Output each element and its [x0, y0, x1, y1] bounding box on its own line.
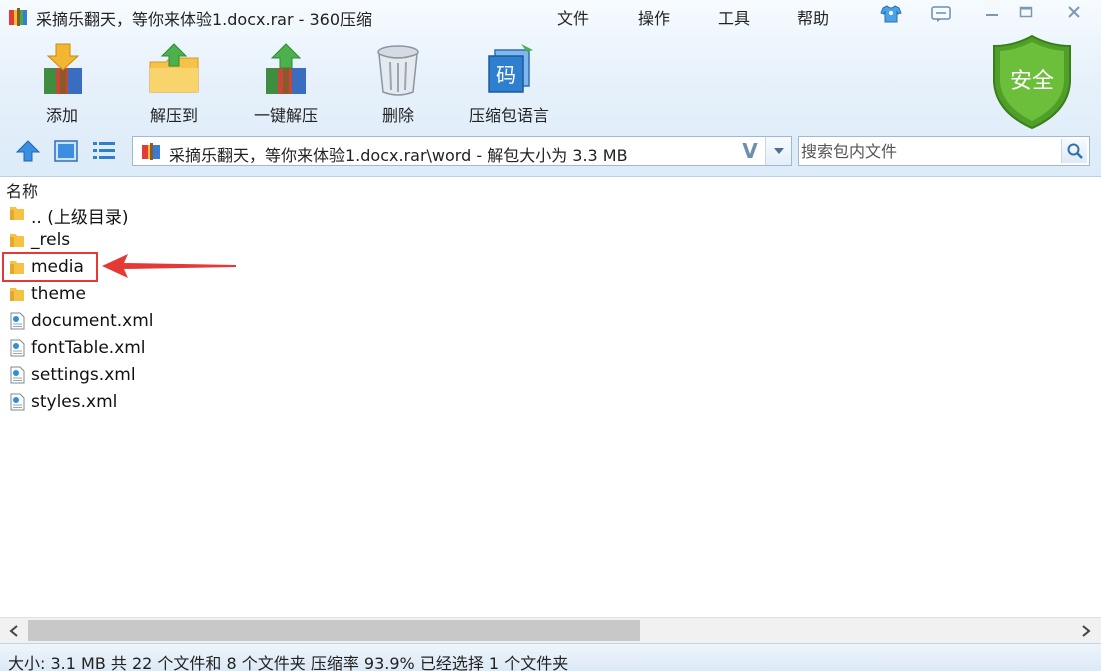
list-view-button[interactable]	[90, 137, 118, 165]
window-title: 采摘乐翻天，等你来体验1.docx.rar - 360压缩	[36, 10, 373, 29]
extract-folder-icon	[149, 43, 199, 93]
delete-button[interactable]: 删除	[348, 42, 448, 126]
chevron-right-icon	[1082, 625, 1091, 637]
list-item-theme[interactable]: theme	[0, 281, 400, 307]
title-bar: 采摘乐翻天，等你来体验1.docx.rar - 360压缩 文件 操作 工具 帮…	[0, 0, 1101, 32]
scroll-right-button[interactable]	[1076, 621, 1096, 641]
column-header-name[interactable]: 名称	[6, 178, 38, 202]
file-name: _rels	[31, 230, 71, 250]
archive-icon	[142, 143, 160, 160]
file-list[interactable]: 名称 .. (上级目录) _rels media theme document.…	[0, 177, 1101, 617]
address-bar[interactable]: 采摘乐翻天，等你来体验1.docx.rar\word - 解包大小为 3.3 M…	[132, 136, 792, 166]
app-logo-icon	[9, 8, 27, 26]
address-dropdown-button[interactable]	[765, 137, 791, 165]
add-button[interactable]: 添加	[12, 42, 112, 126]
menu-tools[interactable]: 工具	[718, 5, 750, 29]
archive-language-button[interactable]: 码 压缩包语言	[459, 42, 559, 126]
one-click-extract-button[interactable]: 一键解压	[236, 42, 336, 126]
file-name: settings.xml	[31, 365, 136, 385]
feedback-icon[interactable]	[929, 3, 953, 25]
search-icon	[1067, 143, 1083, 159]
file-name: styles.xml	[31, 392, 118, 412]
horizontal-scrollbar[interactable]	[0, 617, 1101, 643]
up-arrow-icon	[15, 140, 41, 162]
folder-icon	[10, 234, 24, 247]
address-path: 采摘乐翻天，等你来体验1.docx.rar\word - 解包大小为 3.3 M…	[169, 146, 628, 165]
minimize-icon[interactable]	[978, 2, 1006, 22]
file-name: .. (上级目录)	[31, 208, 129, 228]
red-arrow-icon	[102, 254, 236, 278]
list-item-fonttable-xml[interactable]: fontTable.xml	[0, 335, 400, 361]
search-button[interactable]	[1061, 139, 1087, 163]
delete-label: 删除	[381, 106, 414, 125]
search-input[interactable]	[801, 139, 1057, 163]
extract-to-button[interactable]: 解压到	[124, 42, 224, 126]
scroll-left-button[interactable]	[4, 621, 24, 641]
status-bar: 大小: 3.1 MB 共 22 个文件和 8 个文件夹 压缩率 93.9% 已经…	[0, 643, 1101, 671]
shield-text: 安全	[1010, 69, 1054, 94]
xml-file-icon	[10, 339, 25, 357]
add-archive-icon	[44, 43, 82, 94]
folder-icon	[10, 207, 24, 220]
skin-shirt-icon[interactable]	[879, 3, 903, 25]
trash-bin-icon	[377, 45, 419, 96]
scroll-thumb[interactable]	[28, 620, 640, 641]
highlight-box	[2, 252, 98, 282]
folder-icon	[10, 288, 24, 301]
archive-language-label: 压缩包语言	[468, 106, 549, 125]
verify-icon[interactable]: V	[737, 139, 763, 163]
chevron-down-icon	[773, 148, 784, 154]
file-name: fontTable.xml	[31, 338, 146, 358]
language-code-icon: 码	[488, 44, 533, 93]
one-click-extract-label: 一键解压	[253, 106, 318, 125]
list-item-styles-xml[interactable]: styles.xml	[0, 389, 400, 415]
add-label: 添加	[45, 106, 78, 125]
maximize-icon[interactable]	[1012, 2, 1040, 22]
status-text: 大小: 3.1 MB 共 22 个文件和 8 个文件夹 压缩率 93.9% 已经…	[8, 654, 569, 671]
file-name: theme	[31, 284, 86, 304]
menu-help[interactable]: 帮助	[797, 5, 829, 29]
menu-operation[interactable]: 操作	[638, 5, 670, 29]
list-item-document-xml[interactable]: document.xml	[0, 308, 400, 334]
extract-to-label: 解压到	[149, 106, 198, 125]
up-level-button[interactable]	[14, 137, 42, 165]
search-box[interactable]	[798, 136, 1090, 166]
thumbnail-view-icon	[54, 140, 78, 162]
menu-file[interactable]: 文件	[557, 5, 589, 29]
verify-glyph: V	[742, 139, 758, 163]
list-item-parent-directory[interactable]: .. (上级目录)	[0, 200, 400, 228]
window-chrome: 采摘乐翻天，等你来体验1.docx.rar - 360压缩 文件 操作 工具 帮…	[0, 0, 1101, 177]
one-click-extract-icon	[266, 43, 306, 94]
list-view-icon	[93, 142, 115, 159]
xml-file-icon	[10, 312, 25, 330]
xml-file-icon	[10, 366, 25, 384]
thumbnail-view-button[interactable]	[52, 137, 80, 165]
xml-file-icon	[10, 393, 25, 411]
list-item-settings-xml[interactable]: settings.xml	[0, 362, 400, 388]
list-item-rels[interactable]: _rels	[0, 227, 400, 253]
close-icon[interactable]	[1060, 2, 1088, 22]
security-shield-icon[interactable]: 安全	[990, 34, 1074, 130]
language-icon-glyph: 码	[496, 63, 516, 87]
file-name: document.xml	[31, 311, 154, 331]
chevron-left-icon	[9, 625, 18, 637]
